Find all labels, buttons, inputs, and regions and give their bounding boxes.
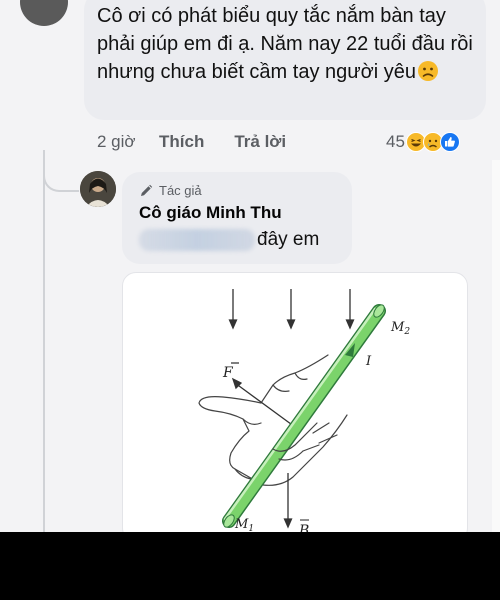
field-vector-below (283, 473, 293, 529)
commenter-avatar[interactable] (20, 0, 68, 26)
current-label: I (365, 354, 372, 369)
confused-face-emoji-icon (418, 61, 439, 81)
author-avatar[interactable] (80, 171, 116, 207)
author-badge: Tác giả (139, 183, 202, 198)
facebook-comment-thread: Cô ơi có phát biểu quy tắc nắm bàn tay p… (0, 0, 500, 532)
magnetic-field-arrows (228, 289, 355, 330)
thread-connector-curve (43, 160, 79, 192)
reply-author-name[interactable]: Cô giáo Minh Thu (139, 203, 282, 223)
reply-button[interactable]: Trả lời (234, 132, 286, 152)
force-label: F (222, 365, 234, 381)
reaction-count: 45 (386, 132, 405, 151)
m2-label: M2 (390, 320, 410, 337)
m1-label: M1 (234, 517, 254, 532)
reaction-icons (405, 132, 460, 152)
reply-text: đây em (139, 229, 319, 251)
thread-connector (43, 150, 45, 532)
right-hand-rule-diagram: F M2 I M1 B (198, 289, 410, 532)
like-icon (439, 132, 460, 152)
attached-image[interactable]: F M2 I M1 B (122, 272, 468, 532)
blurred-mention[interactable] (139, 229, 255, 251)
comment-actions: 2 giờ Thích Trả lời (97, 130, 316, 154)
screenshot-bottom-bar (0, 532, 500, 600)
comment-text: Cô ơi có phát biểu quy tắc nắm bàn tay p… (97, 2, 482, 86)
author-photo-icon (80, 171, 116, 207)
field-label: B (298, 523, 309, 532)
page-edge (492, 160, 500, 532)
reaction-summary[interactable]: 45 (386, 130, 460, 154)
comment-timestamp[interactable]: 2 giờ (97, 132, 159, 152)
conductor-rod (222, 304, 386, 528)
author-badge-label: Tác giả (159, 183, 202, 198)
pencil-icon (141, 184, 153, 196)
like-button[interactable]: Thích (159, 132, 204, 152)
reply-body: đây em (257, 229, 320, 250)
